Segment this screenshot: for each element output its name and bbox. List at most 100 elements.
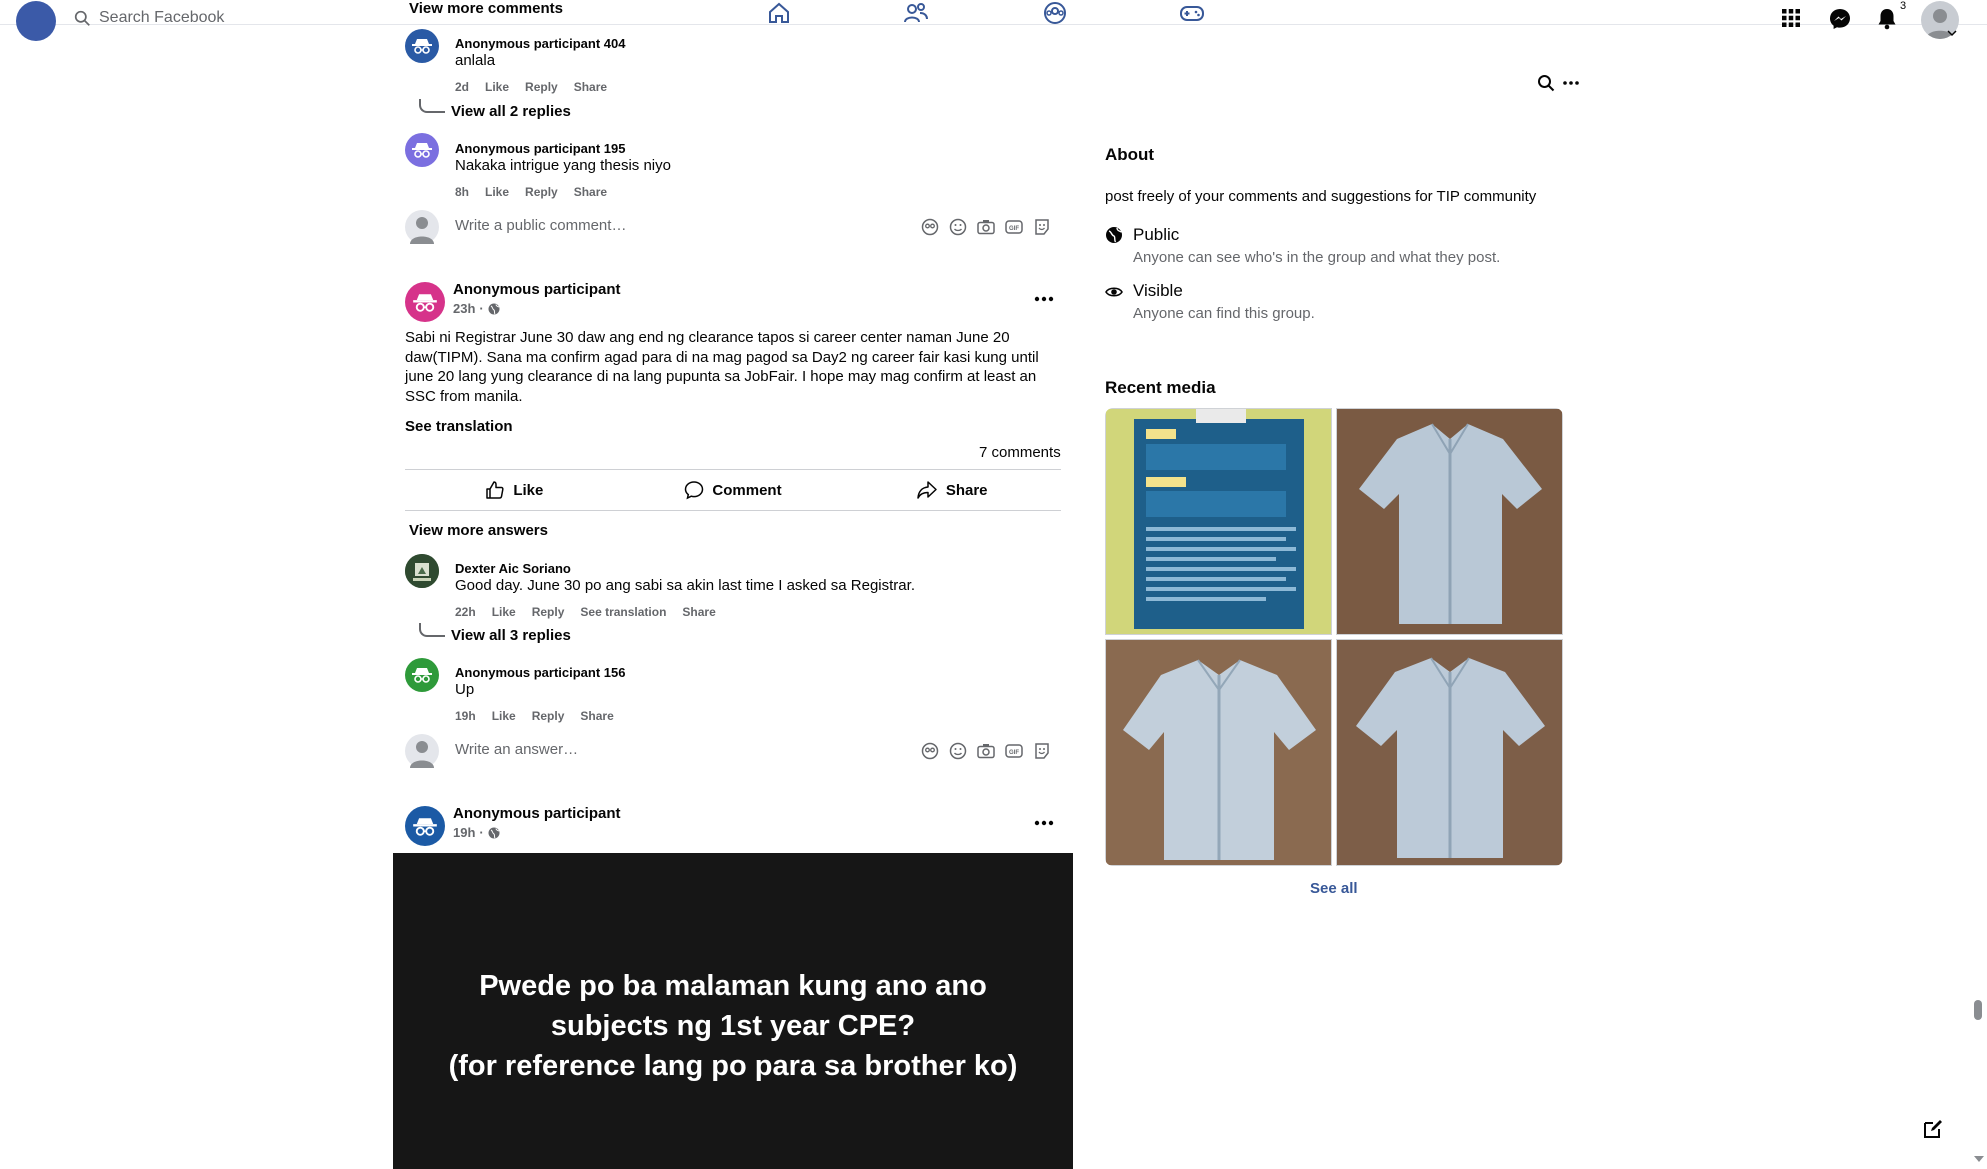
- reply-button[interactable]: Reply: [525, 80, 558, 94]
- visibility-description: Anyone can find this group.: [1133, 305, 1315, 322]
- comment-time[interactable]: 19h: [455, 709, 476, 723]
- avatar-dexter[interactable]: [405, 554, 439, 588]
- avatar-anonymous-195[interactable]: [405, 133, 439, 167]
- reply-button[interactable]: Reply: [532, 605, 565, 619]
- avatar-anonymous-156[interactable]: [405, 658, 439, 692]
- like-button[interactable]: Like: [492, 605, 516, 619]
- gif-icon[interactable]: GIF: [1004, 217, 1024, 237]
- facebook-logo[interactable]: [16, 1, 56, 41]
- share-button[interactable]: Share: [842, 470, 1061, 510]
- more-options-icon[interactable]: [1561, 75, 1581, 91]
- emoji-icon[interactable]: [948, 741, 968, 761]
- view-replies-link[interactable]: View all 2 replies: [451, 103, 571, 120]
- comment-time[interactable]: 2d: [455, 80, 469, 94]
- view-replies-link[interactable]: View all 3 replies: [451, 627, 571, 644]
- post-body-text: Sabi ni Registrar June 30 daw ang end ng…: [405, 329, 1039, 405]
- like-button[interactable]: Like: [405, 470, 624, 510]
- post-action-bar: Like Comment Share: [405, 469, 1061, 511]
- comment-actions: 19h Like Reply Share: [455, 709, 614, 723]
- comments-count[interactable]: 7 comments: [979, 444, 1061, 461]
- about-heading: About: [1105, 145, 1155, 164]
- scroll-down-arrow-icon[interactable]: [1974, 1156, 1984, 1162]
- comment-author[interactable]: Anonymous participant 156: [455, 665, 625, 680]
- share-label: Share: [945, 481, 988, 499]
- media-thumbnail[interactable]: [1105, 408, 1332, 635]
- sticker-icon[interactable]: [1032, 217, 1052, 237]
- avatar-anonymous-404[interactable]: [405, 29, 439, 63]
- more-options-icon[interactable]: [1032, 813, 1056, 833]
- post-author-avatar[interactable]: [405, 282, 445, 322]
- menu-grid-icon[interactable]: [1781, 8, 1801, 28]
- scrollbar-thumb[interactable]: [1974, 1000, 1982, 1020]
- more-options-icon[interactable]: [1032, 289, 1056, 309]
- camera-icon[interactable]: [976, 217, 996, 237]
- write-comment-input[interactable]: [455, 217, 755, 234]
- post-time[interactable]: 19h: [453, 825, 475, 840]
- emoji-icon[interactable]: [948, 217, 968, 237]
- share-button[interactable]: Share: [574, 80, 607, 94]
- post-meta: 19h ·: [453, 825, 500, 840]
- comment-author[interactable]: Anonymous participant 195: [455, 141, 625, 156]
- comment-author[interactable]: Anonymous participant 404: [455, 36, 625, 51]
- about-description: post freely of your comments and suggest…: [1105, 188, 1537, 205]
- post-image[interactable]: Pwede po ba malaman kung ano ano subject…: [393, 853, 1073, 1169]
- gaming-icon[interactable]: [1179, 1, 1205, 25]
- comment-label: Comment: [712, 481, 782, 499]
- share-button[interactable]: Share: [574, 185, 607, 199]
- post-author-name[interactable]: Anonymous participant: [453, 805, 621, 822]
- reply-button[interactable]: Reply: [532, 709, 565, 723]
- globe-icon: [488, 303, 500, 314]
- search-input[interactable]: [99, 9, 349, 27]
- comment-time[interactable]: 8h: [455, 185, 469, 199]
- share-button[interactable]: Share: [682, 605, 715, 619]
- notifications-bell-icon[interactable]: [1877, 8, 1897, 30]
- media-thumbnail[interactable]: [1336, 639, 1563, 866]
- comment-button[interactable]: Comment: [624, 470, 843, 510]
- incognito-icon: [412, 143, 432, 158]
- media-thumbnail[interactable]: [1105, 639, 1332, 866]
- gif-icon[interactable]: GIF: [1004, 741, 1024, 761]
- globe-icon: [1106, 227, 1122, 243]
- thumbs-up-icon: [486, 481, 504, 499]
- post-time[interactable]: 23h: [453, 301, 475, 316]
- avatar-sticker-icon[interactable]: [920, 741, 940, 761]
- current-user-avatar: [405, 734, 439, 768]
- globe-icon: [488, 827, 500, 838]
- view-more-answers-link[interactable]: View more answers: [409, 522, 548, 539]
- search-icon[interactable]: [1537, 74, 1555, 92]
- groups-icon[interactable]: [1042, 1, 1068, 25]
- like-button[interactable]: Like: [485, 80, 509, 94]
- new-message-icon[interactable]: [1922, 1118, 1944, 1140]
- comment-author[interactable]: Dexter Aic Soriano: [455, 561, 571, 576]
- comment-time[interactable]: 22h: [455, 605, 476, 619]
- messenger-icon[interactable]: [1829, 8, 1851, 30]
- post-author-name[interactable]: Anonymous participant: [453, 281, 621, 298]
- notification-count-badge: 3: [1900, 0, 1907, 12]
- incognito-icon: [413, 817, 437, 836]
- chevron-down-icon[interactable]: [1947, 30, 1957, 37]
- camera-icon[interactable]: [976, 741, 996, 761]
- svg-text:GIF: GIF: [1009, 750, 1019, 756]
- like-button[interactable]: Like: [492, 709, 516, 723]
- post-author-avatar[interactable]: [405, 806, 445, 846]
- share-button[interactable]: Share: [580, 709, 613, 723]
- sticker-icon[interactable]: [1032, 741, 1052, 761]
- see-translation-link[interactable]: See translation: [405, 418, 513, 435]
- recent-media-grid: [1105, 408, 1563, 866]
- like-button[interactable]: Like: [485, 185, 509, 199]
- recent-media-heading: Recent media: [1105, 378, 1216, 397]
- see-translation-button[interactable]: See translation: [580, 605, 666, 619]
- home-icon[interactable]: [766, 1, 792, 25]
- faq-poster-image: [1106, 409, 1331, 634]
- friends-icon[interactable]: [903, 1, 929, 25]
- search-box[interactable]: [74, 9, 349, 27]
- reply-button[interactable]: Reply: [525, 185, 558, 199]
- write-answer-input[interactable]: [455, 741, 755, 758]
- media-thumbnail[interactable]: [1336, 408, 1563, 635]
- see-all-media-link[interactable]: See all: [1310, 880, 1358, 897]
- avatar-sticker-icon[interactable]: [920, 217, 940, 237]
- view-more-comments-link[interactable]: View more comments: [409, 0, 563, 17]
- incognito-icon: [412, 39, 432, 54]
- shirt-photo-image: [1337, 640, 1562, 865]
- current-user-avatar: [405, 210, 439, 244]
